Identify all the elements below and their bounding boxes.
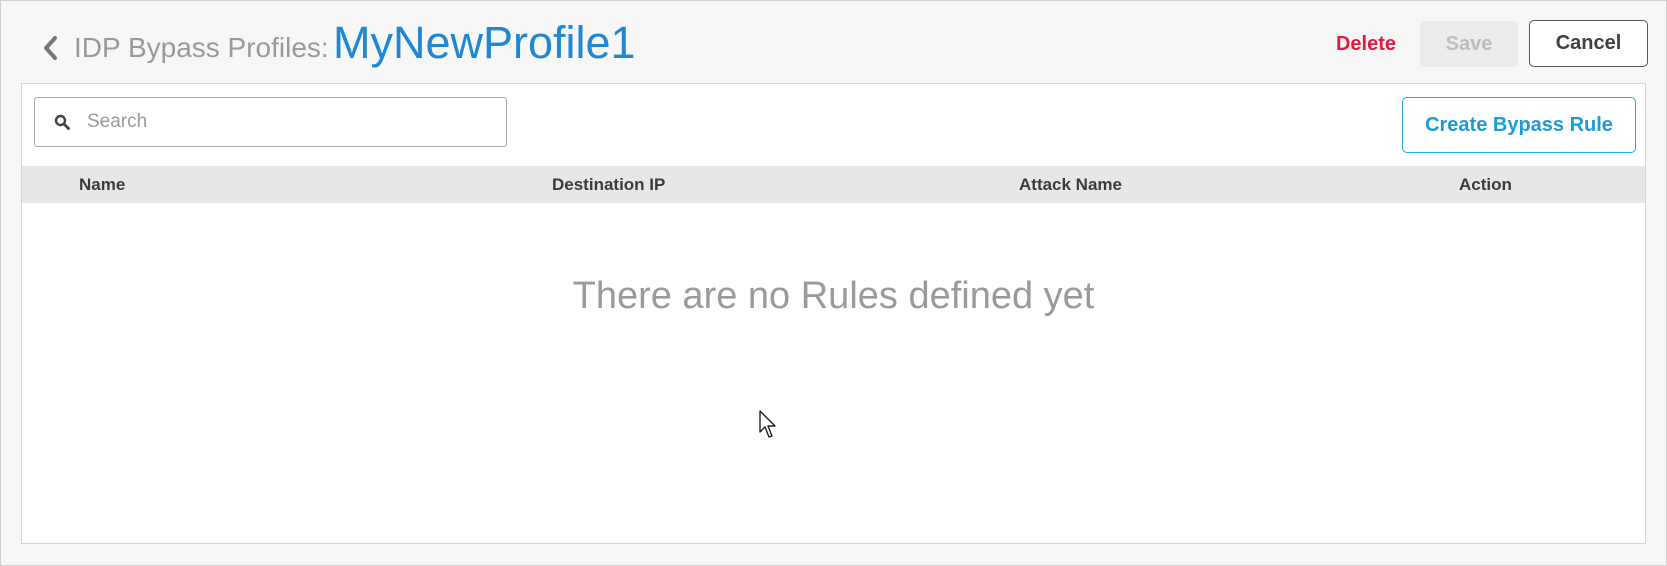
rules-panel: Create Bypass Rule Name Destination IP A… — [21, 83, 1646, 544]
page-title: MyNewProfile1 — [333, 17, 636, 68]
mouse-pointer-icon — [759, 410, 776, 438]
page-header: IDP Bypass Profiles: MyNewProfile1 Delet… — [1, 1, 1666, 83]
search-icon — [53, 113, 71, 131]
back-button[interactable] — [37, 30, 63, 66]
column-header-attack-name[interactable]: Attack Name — [1019, 166, 1122, 203]
delete-button[interactable]: Delete — [1311, 21, 1421, 67]
search-input[interactable] — [85, 110, 506, 134]
breadcrumb-parent[interactable]: IDP Bypass Profiles: — [74, 30, 329, 66]
table-header: Name Destination IP Attack Name Action — [22, 166, 1645, 203]
cancel-button[interactable]: Cancel — [1529, 20, 1648, 67]
save-button[interactable]: Save — [1420, 21, 1518, 67]
search-box — [34, 97, 507, 147]
chevron-left-icon — [44, 36, 57, 60]
column-header-name[interactable]: Name — [79, 166, 125, 203]
empty-state-message: There are no Rules defined yet — [572, 275, 1095, 317]
column-header-destination-ip[interactable]: Destination IP — [552, 166, 665, 203]
column-header-action: Action — [1459, 175, 1512, 194]
create-bypass-rule-button[interactable]: Create Bypass Rule — [1402, 97, 1636, 153]
